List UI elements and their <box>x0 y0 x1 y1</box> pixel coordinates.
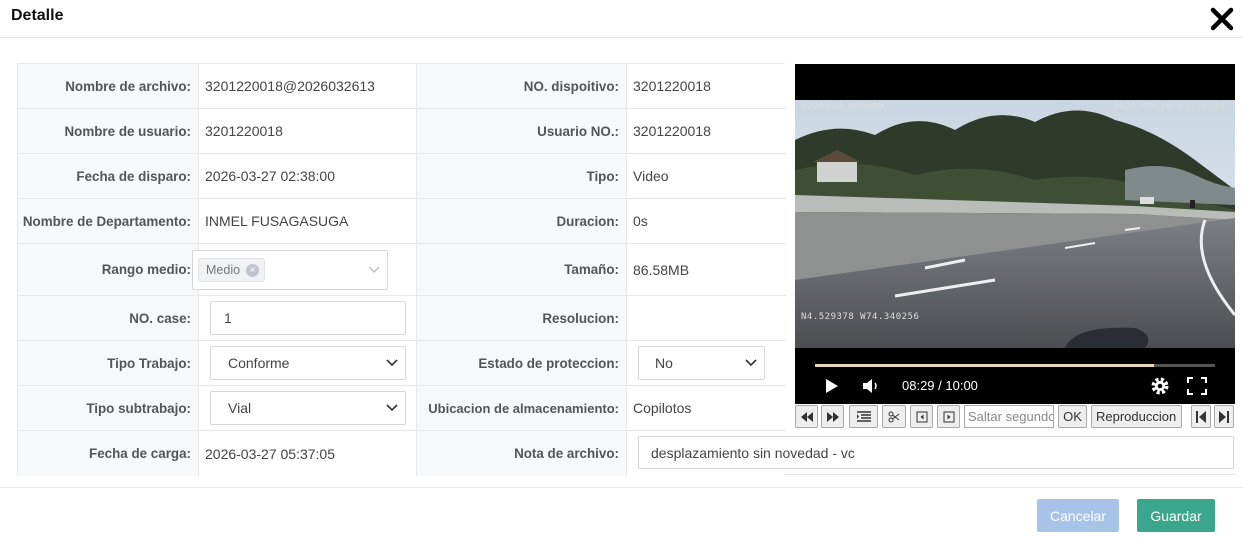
label-fecha-disparo: Fecha de disparo: <box>18 154 199 199</box>
value-tipo: Video <box>627 154 786 199</box>
play-icon[interactable] <box>825 378 839 397</box>
chevron-down-icon <box>386 404 398 412</box>
value-duracion: 0s <box>627 199 786 244</box>
label-tipo-trabajo: Tipo Trabajo: <box>18 341 199 386</box>
label-departamento: Nombre de Departamento: <box>18 199 199 244</box>
list-icon[interactable] <box>849 405 878 428</box>
label-nota-archivo: Nota de archivo: <box>417 431 627 476</box>
label-usuario-no: Usuario NO.: <box>417 109 627 154</box>
rango-medio-cell: Medio × <box>192 244 417 296</box>
value-tamano: 86.58MB <box>627 244 786 296</box>
label-tamano: Tamaño: <box>417 244 627 296</box>
dialog-title: Detalle <box>11 7 64 24</box>
rewind-icon[interactable] <box>795 405 818 428</box>
skip-start-icon[interactable] <box>1191 405 1211 428</box>
prev-frame-icon[interactable] <box>910 405 933 428</box>
tag-remove-icon[interactable]: × <box>246 263 260 277</box>
label-resolucion: Resolucion: <box>417 296 627 341</box>
divider <box>784 474 1235 475</box>
value-departamento: INMEL FUSAGASUGA <box>199 199 417 244</box>
fullscreen-icon[interactable] <box>1187 377 1207 398</box>
settings-gear-icon[interactable] <box>1150 376 1170 399</box>
no-case-input[interactable]: 1 <box>210 301 406 335</box>
label-rango-medio: Rango medio: <box>18 244 199 296</box>
video-frame[interactable] <box>795 100 1235 348</box>
label-no-dispositivo: NO. dispoitivo: <box>417 64 627 109</box>
dialog-header: Detalle <box>0 0 1243 38</box>
skip-end-icon[interactable] <box>1214 405 1234 428</box>
label-no-case: NO. case: <box>18 296 199 341</box>
value-usuario-no: 3201220018 <box>627 109 786 154</box>
progress-bar[interactable] <box>815 364 1215 367</box>
player-toolbar: Saltar segundos OK Reproduccion <box>795 404 1235 430</box>
tipo-trabajo-cell: Conforme <box>199 341 417 386</box>
video-player[interactable]: 1220018.000000 2026-03-26 13:36:29 N4.52… <box>795 64 1235 404</box>
label-tipo-subtrabajo: Tipo subtrabajo: <box>18 386 199 431</box>
playback-button[interactable]: Reproduccion <box>1091 405 1182 428</box>
osd-coordinates: N4.529378 W74.340256 <box>801 312 920 322</box>
label-ubicacion: Ubicacion de almacenamiento: <box>417 386 627 431</box>
volume-icon[interactable] <box>862 377 880 398</box>
chevron-down-icon <box>368 266 380 273</box>
estado-proteccion-cell: No <box>627 341 786 386</box>
osd-datetime: 2026-03-26 13:36:29 <box>1113 102 1226 112</box>
save-button[interactable]: Guardar <box>1137 499 1215 532</box>
dialog-footer: Cancelar Guardar <box>0 487 1243 543</box>
label-tipo: Tipo: <box>417 154 627 199</box>
time-display: 08:29 / 10:00 <box>902 378 978 393</box>
rango-medio-select[interactable]: Medio × <box>192 250 388 290</box>
close-icon[interactable] <box>1209 6 1235 32</box>
scissors-icon[interactable] <box>882 405 906 428</box>
chevron-down-icon <box>386 359 398 367</box>
label-duracion: Duracion: <box>417 199 627 244</box>
osd-device-id: 1220018.000000 <box>801 102 884 112</box>
tag-medio-label: Medio <box>206 263 241 277</box>
cancel-button[interactable]: Cancelar <box>1037 499 1119 532</box>
value-fecha-carga: 2026-03-27 05:37:05 <box>199 431 417 476</box>
ok-button[interactable]: OK <box>1058 405 1087 428</box>
value-fecha-disparo: 2026-03-27 02:38:00 <box>199 154 417 199</box>
tipo-subtrabajo-cell: Vial <box>199 386 417 431</box>
nota-archivo-input[interactable]: desplazamiento sin novedad - vc <box>638 436 1234 469</box>
value-nombre-archivo: 3201220018@2026032613 <box>199 64 417 109</box>
progress-fill <box>815 364 1155 367</box>
label-estado-proteccion: Estado de proteccion: <box>417 341 627 386</box>
detail-table: Nombre de archivo: 3201220018@2026032613… <box>17 63 786 476</box>
fast-forward-icon[interactable] <box>821 405 844 428</box>
tipo-trabajo-select[interactable]: Conforme <box>210 346 406 380</box>
label-nombre-usuario: Nombre de usuario: <box>18 109 199 154</box>
label-nombre-archivo: Nombre de archivo: <box>18 64 199 109</box>
next-frame-icon[interactable] <box>937 405 960 428</box>
value-resolucion <box>627 296 786 341</box>
value-no-dispositivo: 3201220018 <box>627 64 786 109</box>
value-nombre-usuario: 3201220018 <box>199 109 417 154</box>
seek-seconds-input[interactable]: Saltar segundos <box>964 405 1054 428</box>
chevron-down-icon <box>745 359 757 367</box>
tipo-subtrabajo-select[interactable]: Vial <box>210 391 406 425</box>
label-fecha-carga: Fecha de carga: <box>18 431 199 476</box>
estado-proteccion-select[interactable]: No <box>638 346 765 380</box>
no-case-cell: 1 <box>199 296 417 341</box>
value-ubicacion: Copilotos <box>627 386 786 431</box>
tag-medio: Medio × <box>198 258 266 282</box>
